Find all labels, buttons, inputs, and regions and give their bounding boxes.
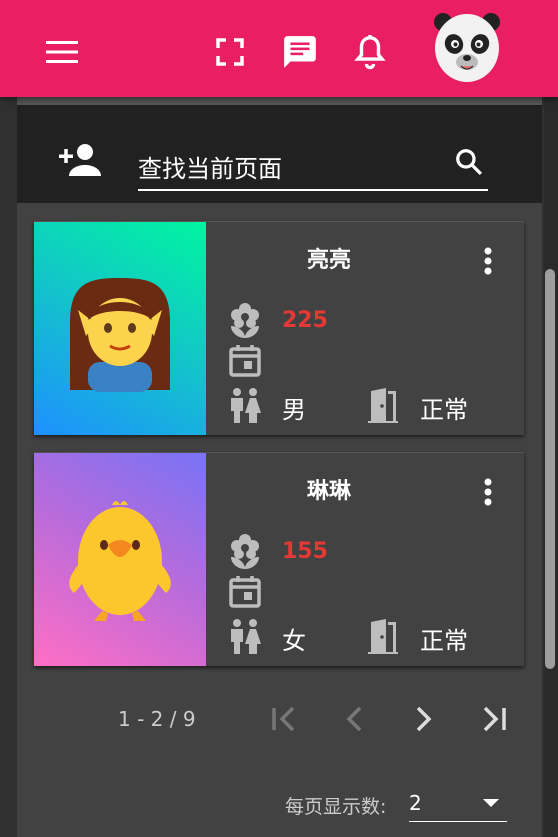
people-icon <box>231 388 261 423</box>
add-user-button[interactable] <box>57 143 103 179</box>
calendar-icon <box>229 576 261 608</box>
fullscreen-icon <box>216 38 244 66</box>
page-size-value: 2 <box>409 791 422 815</box>
last-page-button[interactable] <box>472 697 516 741</box>
first-page-icon <box>272 706 295 732</box>
more-vert-icon <box>484 247 492 275</box>
gender-value: 男 <box>282 396 306 424</box>
chick-icon <box>69 501 171 621</box>
elf-woman-icon <box>70 278 170 392</box>
last-page-icon <box>483 706 506 732</box>
chat-button[interactable] <box>278 30 322 74</box>
menu-icon <box>46 41 78 63</box>
points-value: 155 <box>282 539 328 564</box>
user-card-image <box>34 453 206 666</box>
fullscreen-button[interactable] <box>210 32 250 72</box>
chevron-left-icon <box>346 706 362 732</box>
first-page-button[interactable] <box>262 697 306 741</box>
previous-page-button[interactable] <box>333 697 377 741</box>
door-icon <box>368 619 398 654</box>
dropdown-arrow-icon <box>483 799 499 807</box>
page-size-select[interactable]: 2 <box>409 785 507 822</box>
search-icon <box>456 149 483 176</box>
people-icon <box>231 619 261 654</box>
user-name: 亮亮 <box>306 248 351 273</box>
divider <box>17 97 542 105</box>
more-options-button[interactable] <box>474 244 502 278</box>
top-app-bar <box>0 0 558 97</box>
scrollbar-thumb[interactable] <box>545 269 555 669</box>
flower-icon <box>231 534 259 569</box>
notifications-button[interactable] <box>350 30 390 74</box>
content-panel: 亮亮 225 男 正常 <box>17 97 542 837</box>
user-card-image <box>34 222 206 435</box>
more-options-button[interactable] <box>474 475 502 509</box>
door-icon <box>368 388 398 423</box>
user-avatar[interactable] <box>433 10 501 84</box>
gender-value: 女 <box>282 627 306 655</box>
chat-icon <box>284 36 316 68</box>
menu-button[interactable] <box>40 32 84 72</box>
page-size-label: 每页显示数: <box>285 796 387 818</box>
search-bar <box>17 105 542 203</box>
user-card[interactable]: 亮亮 225 男 正常 <box>34 221 524 435</box>
search-button[interactable] <box>454 147 488 181</box>
search-input[interactable] <box>138 149 488 191</box>
page-range-label: 1 - 2 / 9 <box>118 707 196 731</box>
more-vert-icon <box>484 478 492 506</box>
status-value: 正常 <box>420 627 468 655</box>
status-value: 正常 <box>420 396 468 424</box>
user-name: 琳琳 <box>306 479 351 504</box>
panda-avatar-icon <box>434 13 500 82</box>
points-value: 225 <box>282 308 328 333</box>
user-card[interactable]: 琳琳 155 女 正常 <box>34 452 524 666</box>
next-page-button[interactable] <box>401 697 445 741</box>
calendar-icon <box>229 345 261 377</box>
chevron-right-icon <box>416 706 432 732</box>
bell-icon <box>354 35 386 70</box>
person-add-icon <box>59 144 101 176</box>
flower-icon <box>231 303 259 338</box>
